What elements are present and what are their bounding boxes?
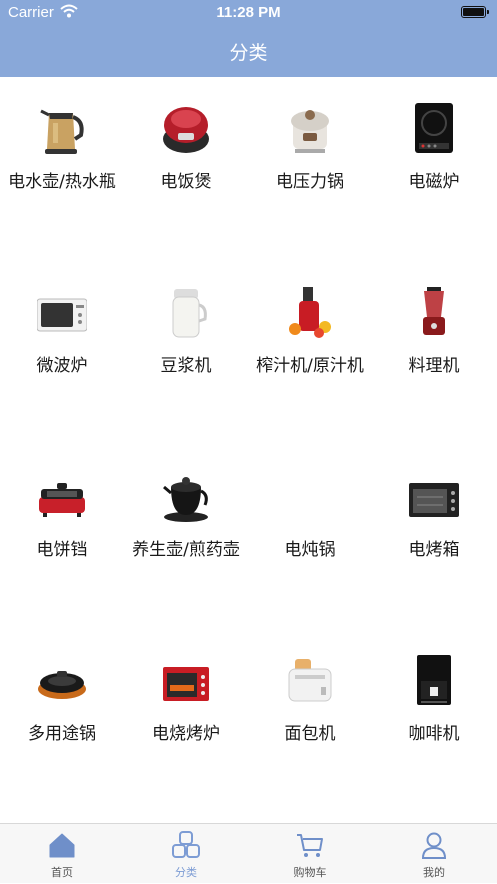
category-label: 电饼铛 <box>36 540 88 560</box>
category-item-blender[interactable]: 料理机 <box>372 261 496 445</box>
category-item-griddle[interactable]: 电饼铛 <box>0 445 124 629</box>
tab-label: 购物车 <box>293 866 327 879</box>
category-item-electric-grill[interactable]: 电烧烤炉 <box>124 629 248 813</box>
pressure-cooker-icon <box>291 110 329 153</box>
category-label: 咖啡机 <box>408 724 460 744</box>
profile-icon <box>421 832 447 859</box>
rice-cooker-icon <box>163 107 209 153</box>
health-pot-icon <box>163 477 208 522</box>
category-item-oven[interactable]: 电烤箱 <box>372 445 496 629</box>
category-item-pressure-cooker[interactable]: 电压力锅 <box>248 77 372 261</box>
tab-label: 首页 <box>51 866 73 879</box>
category-item-juicer[interactable]: 榨汁机/原汁机 <box>248 261 372 445</box>
tab-profile[interactable]: 我的 <box>372 824 496 884</box>
category-label: 料理机 <box>408 356 460 376</box>
soymilk-maker-icon <box>172 289 207 338</box>
category-label: 豆浆机 <box>160 356 212 376</box>
category-label: 电烤箱 <box>408 540 460 560</box>
status-time: 11:28 PM <box>216 4 281 21</box>
page-title: 分类 <box>229 42 268 64</box>
bread-maker-icon <box>288 659 332 702</box>
induction-cooker-icon <box>415 103 453 153</box>
category-label: 电水壶/热水瓶 <box>8 172 116 192</box>
category-label: 榨汁机/原汁机 <box>256 356 364 376</box>
coffee-machine-icon <box>417 655 451 705</box>
category-label: 电炖锅 <box>284 540 336 560</box>
category-grid: 电水壶/热水瓶 电饭煲 电压力锅 电磁炉 微波炉 豆浆机 榨汁机/原汁机 料理机… <box>0 77 497 823</box>
status-bar: Carrier 11:28 PM <box>0 0 497 26</box>
tab-cart[interactable]: 购物车 <box>248 824 372 884</box>
blender-icon <box>423 287 445 335</box>
category-item-multi-pot[interactable]: 多用途锅 <box>0 629 124 813</box>
oven-icon <box>409 483 459 517</box>
category-item-bread-maker[interactable]: 面包机 <box>248 629 372 813</box>
home-icon <box>49 833 75 858</box>
category-item-stew-pot[interactable]: 电炖锅 <box>248 445 372 629</box>
tab-home[interactable]: 首页 <box>0 824 124 884</box>
category-item-induction-cooker[interactable]: 电磁炉 <box>372 77 496 261</box>
category-label: 电磁炉 <box>408 172 460 192</box>
category-item-coffee-machine[interactable]: 咖啡机 <box>372 629 496 813</box>
battery-icon <box>461 6 489 18</box>
tab-bar: 首页 分类 购物车 我的 <box>0 823 497 883</box>
electric-grill-icon <box>163 667 209 701</box>
category-label: 面包机 <box>284 724 336 744</box>
cart-icon <box>297 834 323 857</box>
microwave-icon <box>37 298 87 332</box>
category-label: 多用途锅 <box>28 724 96 744</box>
juicer-icon <box>289 287 331 338</box>
tab-label: 分类 <box>175 866 197 879</box>
category-label: 电压力锅 <box>276 172 344 192</box>
category-item-rice-cooker[interactable]: 电饭煲 <box>124 77 248 261</box>
category-label: 电烧烤炉 <box>152 724 220 744</box>
navigation-bar: Carrier 11:28 PM 分类 <box>0 0 497 77</box>
kettle-icon <box>40 109 84 154</box>
griddle-icon <box>39 483 85 517</box>
tab-category[interactable]: 分类 <box>124 824 248 884</box>
category-item-kettle[interactable]: 电水壶/热水瓶 <box>0 77 124 261</box>
tab-label: 我的 <box>423 866 445 879</box>
category-label: 微波炉 <box>36 356 88 376</box>
category-item-health-pot[interactable]: 养生壶/煎药壶 <box>124 445 248 629</box>
category-icon <box>172 831 200 858</box>
category-item-microwave[interactable]: 微波炉 <box>0 261 124 445</box>
category-label: 电饭煲 <box>160 172 212 192</box>
multi-pot-icon <box>38 671 86 699</box>
category-item-soymilk-maker[interactable]: 豆浆机 <box>124 261 248 445</box>
category-label: 养生壶/煎药壶 <box>132 540 240 560</box>
